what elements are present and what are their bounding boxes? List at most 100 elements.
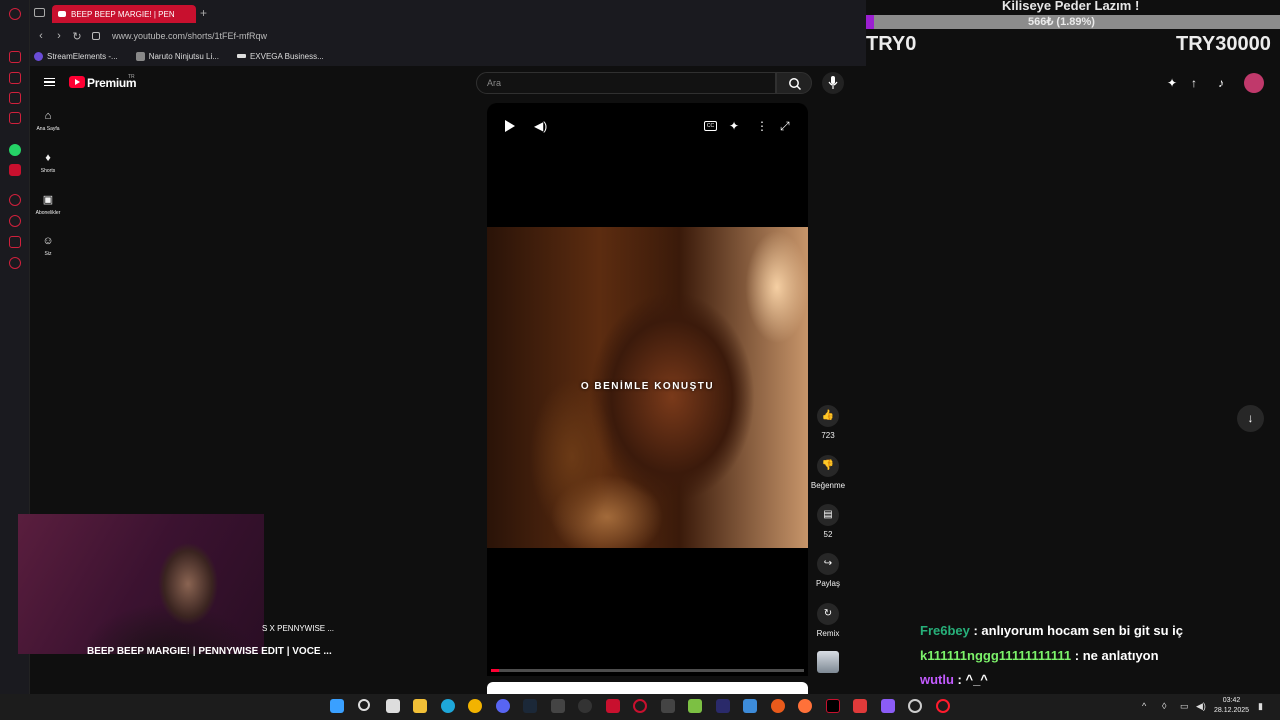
thumbs-up-icon: 👍 (817, 405, 839, 427)
network-icon[interactable]: ▭ (1180, 701, 1189, 712)
bookmark-item[interactable]: EXVEGA Business... (236, 52, 324, 61)
mic-icon[interactable]: ◊ (1162, 701, 1166, 711)
app-icon[interactable] (551, 699, 565, 713)
arrow-down-icon: ↓ (1247, 411, 1254, 425)
start-icon[interactable] (330, 699, 344, 713)
youtube-logo-icon[interactable] (69, 76, 85, 88)
steam-icon[interactable] (523, 699, 537, 713)
volume-icon[interactable]: ◀) (534, 119, 547, 133)
remix-button[interactable]: ↻ Remix (808, 603, 848, 638)
share-icon: ↪ (817, 553, 839, 575)
photos-icon[interactable] (743, 699, 757, 713)
url-field[interactable]: www.youtube.com/shorts/1tFEf-mfRqw (112, 31, 267, 41)
progress-bar[interactable] (491, 669, 804, 672)
speaker-icon[interactable]: ◀) (1196, 701, 1206, 712)
messenger-icon[interactable] (9, 92, 21, 104)
webcam-caption-line1: S X PENNYWISE ... (262, 624, 335, 633)
comments-button[interactable]: ▤ 52 (808, 504, 848, 539)
new-tab-button[interactable]: + (200, 6, 207, 20)
clock-time: 03:42 (1222, 697, 1241, 704)
vk-icon[interactable] (9, 164, 21, 176)
goal-target-amount: TRY30000 (1176, 33, 1271, 55)
clock[interactable]: 03:42 28.12.2025 (1214, 696, 1249, 716)
video-caption: O BENİMLE KONUŞTU (580, 381, 715, 392)
notification-icon[interactable]: ▮ (1258, 701, 1263, 712)
taskbar: ^ ◊ ▭ ◀) 03:42 28.12.2025 ▮ (0, 694, 1280, 720)
guide-item-shorts[interactable]: ♦ Shorts (30, 152, 66, 174)
bell-icon[interactable]: ♪ (1214, 76, 1228, 90)
user-icon: ☺ (42, 235, 54, 247)
player-icon[interactable] (9, 194, 21, 206)
settings-icon[interactable] (908, 699, 922, 713)
opera-logo-icon[interactable] (9, 8, 21, 20)
extensions-icon[interactable] (9, 236, 21, 248)
search-input[interactable]: Ara (476, 72, 776, 94)
discord-icon[interactable] (496, 699, 510, 713)
task-view-icon[interactable] (386, 699, 400, 713)
bookmark-item[interactable]: Naruto Ninjutsu Li... (135, 51, 219, 61)
ai-icon[interactable] (9, 51, 21, 63)
search-button[interactable] (776, 72, 812, 94)
goal-progress-text: 566₺ (1.89%) (1028, 16, 1095, 28)
captions-icon[interactable]: CC (704, 121, 717, 131)
address-bar: ‹ › ↻ www.youtube.com/shorts/1tFEf-mfRqw (30, 26, 866, 46)
search-icon[interactable] (358, 699, 370, 711)
bookmark-item[interactable]: StreamElements -... (34, 51, 118, 61)
chrome-icon[interactable] (468, 699, 482, 713)
file-icon (135, 51, 145, 61)
opera-icon[interactable] (633, 699, 647, 713)
history-icon[interactable] (9, 215, 21, 227)
like-button[interactable]: 👍 723 (808, 405, 848, 440)
guide-item-home[interactable]: ⌂ Ana Sayfa (30, 110, 66, 132)
goal-progress-fill (866, 15, 874, 29)
upload-icon[interactable]: ↑ (1187, 76, 1201, 90)
chat-message: wutlu : ^_^ (920, 672, 988, 687)
youtube-favicon-icon (58, 11, 66, 17)
app-icon[interactable] (881, 699, 895, 713)
g-app-icon[interactable] (578, 699, 592, 713)
opera-gx-icon[interactable] (936, 699, 950, 713)
edge-icon[interactable] (441, 699, 455, 713)
dislike-button[interactable]: 👎 Beğenme (808, 455, 848, 490)
capcut-icon[interactable] (661, 699, 675, 713)
sound-thumbnail[interactable] (808, 651, 848, 673)
webcam-overlay (18, 514, 264, 654)
chevron-up-icon[interactable]: ^ (1142, 701, 1146, 711)
avatar[interactable] (1244, 73, 1264, 93)
whatsapp-icon[interactable] (9, 144, 21, 156)
shield-icon[interactable] (853, 699, 867, 713)
next-video-button[interactable]: ↓ (1237, 405, 1264, 432)
app-icon[interactable] (688, 699, 702, 713)
menu-icon[interactable] (44, 78, 55, 86)
reload-icon[interactable]: ↻ (70, 30, 84, 43)
effect-icon[interactable]: ✦ (729, 119, 739, 133)
create-icon[interactable]: ✦ (1165, 76, 1179, 90)
mic-icon (828, 76, 838, 89)
fullscreen-icon[interactable]: ⤢ (780, 119, 790, 134)
more-icon[interactable]: ⋮ (756, 119, 768, 133)
chat-message: k111111nggg11111111111 : ne anlatıyon (920, 648, 1159, 663)
settings-icon[interactable] (9, 257, 21, 269)
next-short-preview[interactable] (487, 682, 808, 694)
r-app-icon[interactable] (716, 699, 730, 713)
firefox-icon[interactable] (798, 699, 812, 713)
play-icon[interactable] (505, 120, 515, 132)
file-explorer-icon[interactable] (413, 699, 427, 713)
guide-item-subscriptions[interactable]: ▣ Abonelikler (30, 194, 66, 216)
forward-icon[interactable]: › (52, 30, 66, 42)
share-button[interactable]: ↪ Paylaş (808, 553, 848, 588)
tab-list-icon[interactable] (34, 8, 45, 17)
back-icon[interactable]: ‹ (34, 30, 48, 42)
shorts-player[interactable]: ◀) CC ✦ ⋮ ⤢ O BENİMLE KONUŞTU (487, 103, 808, 676)
app-icon[interactable] (771, 699, 785, 713)
bag-icon[interactable] (9, 72, 21, 84)
app-icon[interactable] (826, 699, 840, 713)
tab-title: BEEP BEEP MARGIE! | PEN (71, 9, 175, 19)
voice-search-button[interactable] (822, 72, 844, 94)
guide-item-you[interactable]: ☺ Siz (30, 235, 66, 257)
lock-icon[interactable] (92, 32, 100, 40)
progress-fill (491, 669, 499, 672)
video-app-icon[interactable] (606, 699, 620, 713)
twitch-icon[interactable] (9, 112, 21, 124)
tab-active[interactable]: BEEP BEEP MARGIE! | PEN (52, 5, 196, 23)
